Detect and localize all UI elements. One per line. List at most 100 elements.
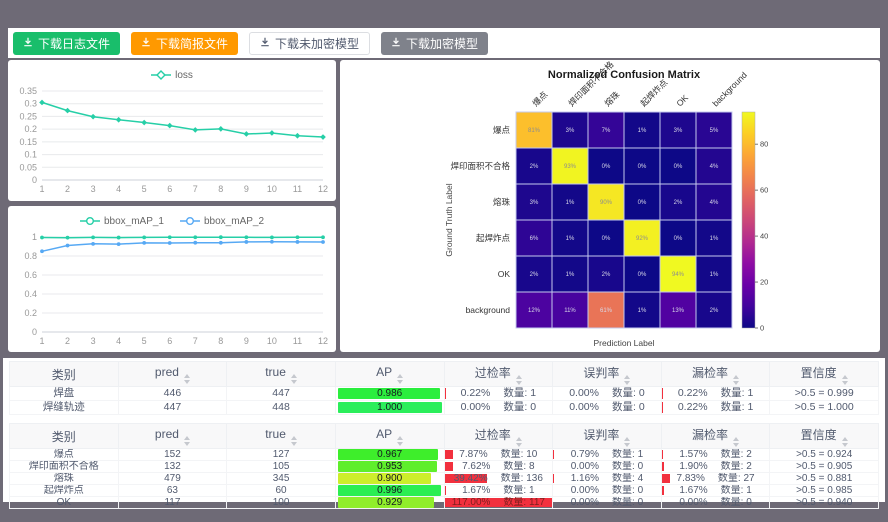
matrix-cell-value: 13% [672,308,685,314]
column-header-label: 类别 [52,430,76,444]
loss-chart: 00.050.10.150.20.250.30.3512345678910111… [8,84,336,201]
x-axis-tick-label: 9 [244,336,249,346]
sort-carets-icon[interactable] [624,437,630,447]
loss-chart-legend: loss [8,60,336,84]
over-rate-value: 0.00% [461,401,491,414]
column-header-类别: 类别 [10,424,119,449]
column-header-漏检率[interactable]: 漏检率 [661,424,770,449]
cell-miss-rate: 1.57%数量: 2 [661,449,770,461]
cell-ap: 0.967 [335,449,444,461]
cell-confidence: >0.5 = 0.985 [770,485,879,497]
sort-carets-icon[interactable] [184,374,190,384]
legend-item-bbox_mAP_1[interactable]: bbox_mAP_1 [80,216,164,227]
sort-carets-icon[interactable] [733,375,739,385]
ap-value: 1.000 [338,402,442,413]
sort-carets-icon[interactable] [291,436,297,446]
data-point [116,117,122,123]
sort-carets-icon[interactable] [291,374,297,384]
column-header-过检率[interactable]: 过检率 [444,362,553,387]
column-header-pred[interactable]: pred [118,362,227,387]
matrix-cell-value: 2% [674,200,683,206]
column-header-pred[interactable]: pred [118,424,227,449]
data-point [142,235,146,239]
sort-carets-icon[interactable] [516,437,522,447]
misjudge-rate-count: 数量: 0 [612,387,645,400]
miss-rate-count: 数量: 2 [721,461,752,472]
miss-rate-value: 1.67% [679,485,707,496]
legend-item-loss[interactable]: loss [151,70,193,81]
x-axis-tick-label: 4 [116,336,121,346]
column-header-误判率[interactable]: 误判率 [553,424,662,449]
cell-pred: 117 [118,497,227,509]
column-header-AP[interactable]: AP [335,424,444,449]
column-header-true[interactable]: true [227,424,336,449]
cell-pred: 63 [118,485,227,497]
sort-carets-icon[interactable] [516,375,522,385]
matrix-cell-value: 0% [674,236,683,242]
y-axis-tick-label: 0.15 [19,137,37,147]
x-axis-tick-label: 1 [39,336,44,346]
button-label: 下载简报文件 [156,35,228,52]
matrix-row-label: 爆点 [493,125,511,135]
loss-chart-card: loss 00.050.10.150.20.250.30.35123456789… [8,60,336,201]
column-header-置信度[interactable]: 置信度 [770,362,879,387]
download-encrypted-model-button[interactable]: 下载加密模型 [381,32,488,55]
sort-carets-icon[interactable] [842,437,848,447]
cell-misjudge-rate: 0.00%数量: 0 [553,485,662,497]
column-header-误判率[interactable]: 误判率 [553,362,662,387]
sort-carets-icon[interactable] [184,436,190,446]
legend-label: bbox_mAP_1 [104,216,164,227]
y-axis-tick-label: 0 [32,175,37,185]
column-header-置信度[interactable]: 置信度 [770,424,879,449]
sort-carets-icon[interactable] [397,374,403,384]
data-point [65,108,71,114]
over-rate-count: 数量: 136 [501,473,543,484]
cell-pred: 446 [118,387,227,401]
matrix-cell-value: 12% [528,308,541,314]
data-point [167,123,173,129]
over-rate-value: 117.00% [452,497,491,508]
sort-carets-icon[interactable] [842,375,848,385]
sort-carets-icon[interactable] [397,436,403,446]
cell-over-rate: 7.62%数量: 8 [444,461,553,473]
download-log-button[interactable]: 下载日志文件 [13,32,120,55]
table-row: 焊印面积不合格1321050.9537.62%数量: 80.00%数量: 01.… [10,461,879,473]
data-point [192,127,198,133]
miss-rate-count: 数量: 2 [721,449,752,460]
column-header-漏检率[interactable]: 漏检率 [661,362,770,387]
download-report-button[interactable]: 下载简报文件 [131,32,238,55]
legend-item-bbox_mAP_2[interactable]: bbox_mAP_2 [180,216,264,227]
x-axis-tick-label: 11 [293,336,302,346]
column-header-label: 误判率 [583,428,619,442]
data-point [295,133,301,139]
x-axis-tick-label: 4 [116,184,121,194]
matrix-cell-value: 92% [636,236,649,242]
column-header-true[interactable]: true [227,362,336,387]
y-axis-tick-label: 0.1 [24,150,37,160]
cell-miss-rate: 0.22%数量: 1 [661,401,770,415]
cell-over-rate: 39.42%数量: 136 [444,473,553,485]
download-unencrypted-model-button[interactable]: 下载未加密模型 [249,32,370,55]
dashboard-page: 下载日志文件 下载简报文件 下载未加密模型 下载加密模型 loss 00.050… [0,0,888,522]
cell-ap: 0.953 [335,461,444,473]
metrics-table: 类别predtrueAP过检率误判率漏检率置信度焊盘4464470.9860.2… [9,361,879,415]
x-axis-tick-label: 6 [167,336,172,346]
over-rate-count: 数量: 10 [501,449,538,460]
over-rate-count: 数量: 1 [503,485,534,496]
column-header-AP[interactable]: AP [335,362,444,387]
sort-carets-icon[interactable] [624,375,630,385]
cell-confidence: >0.5 = 0.924 [770,449,879,461]
matrix-cell-value: 2% [530,272,539,278]
x-axis-tick-label: 5 [142,184,147,194]
misjudge-rate-value: 0.79% [571,449,599,460]
sort-carets-icon[interactable] [733,437,739,447]
x-axis-tick-label: 2 [65,336,70,346]
cell-confidence: >0.5 = 1.000 [770,401,879,415]
data-point [66,244,70,248]
x-axis-tick-label: 7 [193,336,198,346]
matrix-cell-value: 2% [710,308,719,314]
matrix-cell-value: 5% [710,128,719,134]
data-point [244,240,248,244]
matrix-cell-value: 3% [566,128,575,134]
column-header-过检率[interactable]: 过检率 [444,424,553,449]
